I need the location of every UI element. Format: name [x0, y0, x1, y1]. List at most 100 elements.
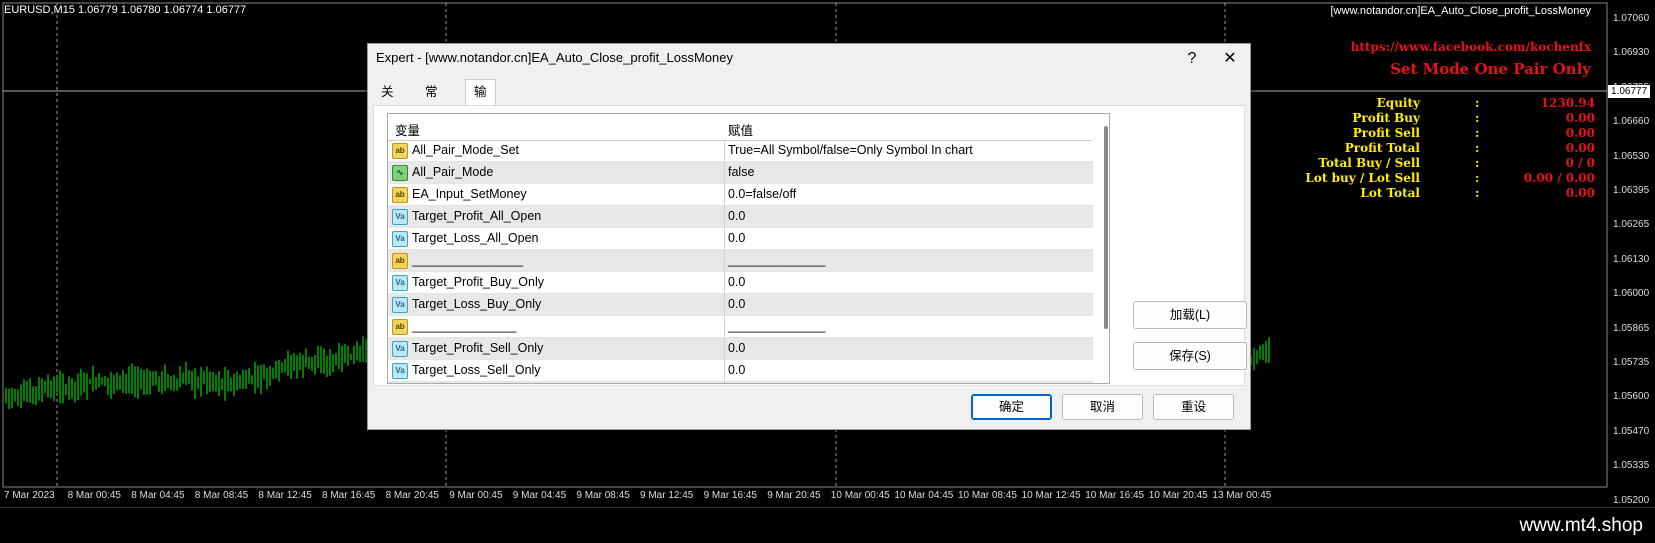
stat-label: Profit Sell	[1352, 126, 1420, 140]
y-tick: 1.06660	[1613, 116, 1650, 128]
stat-label: Total Buy / Sell	[1318, 156, 1420, 170]
x-tick: 8 Mar 00:45	[67, 490, 121, 501]
param-value[interactable]: ______________	[728, 253, 825, 267]
param-value[interactable]: ______________	[728, 319, 825, 333]
param-row[interactable]: Va Target_Profit_Buy_Only 0.0	[388, 272, 1093, 294]
current-price-label: 1.06777	[1608, 85, 1651, 98]
param-row[interactable]: Va Target_Loss_Buy_Only 0.0	[388, 294, 1093, 316]
symbol-info: EURUSD,M15 1.06779 1.06780 1.06774 1.067…	[4, 4, 247, 16]
col-divider	[724, 228, 725, 249]
stat-value: 0.00	[1565, 126, 1595, 140]
y-tick: 1.05735	[1613, 357, 1650, 368]
double-icon: Va	[392, 297, 408, 313]
x-tick: 9 Mar 16:45	[703, 490, 757, 501]
col-divider	[724, 294, 725, 315]
param-name: _______________	[412, 319, 517, 333]
param-name: Target_Profit_All_Open	[412, 209, 542, 223]
y-tick: 1.07060	[1613, 13, 1650, 24]
x-tick: 9 Mar 08:45	[576, 490, 630, 501]
param-row[interactable]: Va Target_Profit_Sell_Only 0.0	[388, 338, 1093, 360]
param-name: Target_Loss_Sell_Only	[412, 363, 541, 377]
grid-scrollbar[interactable]	[1104, 126, 1108, 329]
x-tick: 8 Mar 08:45	[194, 490, 249, 501]
double-icon: Va	[392, 363, 408, 379]
param-row[interactable]: ab All_Pair_Mode_Set True=All Symbol/false…	[388, 140, 1093, 162]
stat-label: Lot buy / Lot Sell	[1305, 171, 1420, 185]
x-tick: 10 Mar 12:45	[1021, 490, 1081, 501]
param-value[interactable]: 0.0=false/off	[728, 187, 796, 201]
stat-colon: :	[1475, 126, 1480, 140]
x-tick: 7 Mar 2023	[4, 490, 55, 501]
stat-value: 0.00	[1565, 141, 1595, 155]
param-row[interactable]: Va Target_Loss_Sell_Only 0.0	[388, 360, 1093, 382]
param-row[interactable]: ∿ All_Pair_Mode false	[388, 162, 1093, 184]
y-tick: 1.06395	[1613, 185, 1650, 196]
param-value[interactable]: 0.0	[728, 209, 745, 223]
param-value[interactable]: 0.0	[728, 275, 745, 289]
stat-colon: :	[1475, 111, 1480, 125]
info-panel: https://www.facebook.com/kochenfx Set Mo…	[1351, 40, 1591, 78]
stat-value: 1230.94	[1540, 96, 1595, 110]
param-row[interactable]: Va Target_Profit_All_Open 0.0	[388, 206, 1093, 228]
stat-row: Lot buy / Lot Sell: 0.00 / 0.00	[1305, 171, 1595, 186]
stat-value: 0.00 / 0.00	[1523, 171, 1595, 185]
tab-common[interactable]: 常用	[417, 82, 446, 120]
double-icon: Va	[392, 231, 408, 247]
y-tick: 1.05865	[1613, 322, 1650, 334]
param-row[interactable]: Va Target_Loss_All_Open 0.0	[388, 228, 1093, 250]
price-axis: 1.070601.069301.067951.066601.065301.063…	[1607, 0, 1655, 507]
col-value: 赋值	[728, 124, 754, 138]
close-button[interactable]: ✕	[1216, 48, 1244, 70]
param-value[interactable]: True=All Symbol/false=Only Symbol In cha…	[728, 143, 973, 157]
stat-row: Profit Total: 0.00	[1325, 141, 1595, 156]
param-value[interactable]: 0.0	[728, 231, 745, 245]
double-icon: Va	[392, 341, 408, 357]
col-divider	[724, 316, 725, 337]
x-tick: 10 Mar 04:45	[894, 490, 954, 501]
mode-label: Set Mode One Pair Only	[1390, 60, 1591, 78]
string-icon: ab	[392, 143, 408, 159]
x-tick: 10 Mar 20:45	[1148, 490, 1208, 501]
y-tick: 1.05470	[1613, 425, 1650, 437]
boolean-icon: ∿	[392, 165, 408, 181]
stat-value: 0.00	[1565, 186, 1595, 200]
param-value[interactable]: 0.0	[728, 363, 745, 377]
tab-inputs[interactable]: 输入参数	[465, 79, 496, 174]
param-value[interactable]: 0.0	[728, 341, 745, 355]
x-tick: 8 Mar 04:45	[131, 490, 185, 501]
ok-button[interactable]: 确定	[971, 394, 1052, 420]
stat-row: Profit Buy: 0.00	[1325, 111, 1595, 126]
load-button[interactable]: 加载(L)	[1133, 301, 1247, 329]
help-button[interactable]: ?	[1178, 48, 1206, 70]
param-value[interactable]: 0.0	[728, 297, 745, 311]
stat-colon: :	[1475, 141, 1480, 155]
stat-value: 0.00	[1565, 111, 1595, 125]
param-row[interactable]: abBy_KochenFXBy_KochenFX	[388, 382, 1093, 383]
y-tick: 1.05200	[1613, 494, 1650, 506]
params-grid: 变量 赋值 ab All_Pair_Mode_Set True=All Symbol…	[387, 113, 1110, 384]
col-divider	[724, 360, 725, 381]
stat-colon: :	[1475, 171, 1480, 185]
stat-value: 0 / 0	[1565, 156, 1595, 170]
param-name: ________________	[412, 253, 524, 267]
y-tick: 1.06000	[1613, 288, 1650, 300]
col-divider	[724, 162, 725, 183]
param-value[interactable]: false	[728, 165, 754, 179]
param-name: Target_Loss_All_Open	[412, 231, 539, 245]
double-icon: Va	[392, 209, 408, 225]
param-row[interactable]: ab ________________ ______________	[388, 250, 1093, 272]
x-tick: 9 Mar 12:45	[640, 490, 694, 501]
y-tick: 1.06930	[1613, 47, 1650, 59]
tab-about[interactable]: 关于	[373, 82, 402, 120]
col-divider	[724, 338, 725, 359]
cancel-button[interactable]: 取消	[1062, 394, 1143, 420]
footer-bar: www.mt4.shop	[0, 507, 1655, 543]
param-row[interactable]: ab _______________ ______________	[388, 316, 1093, 338]
reset-button[interactable]: 重设	[1153, 394, 1234, 420]
ea-title-label: [www.notandor.cn]EA_Auto_Close_profit_Lo…	[1330, 5, 1592, 17]
param-name: EA_Input_SetMoney	[412, 187, 527, 201]
param-row[interactable]: ab EA_Input_SetMoney 0.0=false/off	[388, 184, 1093, 206]
save-button[interactable]: 保存(S)	[1133, 342, 1247, 370]
params-rows: ab All_Pair_Mode_Set True=All Symbol/false…	[388, 140, 1093, 383]
x-tick: 10 Mar 16:45	[1085, 490, 1145, 501]
